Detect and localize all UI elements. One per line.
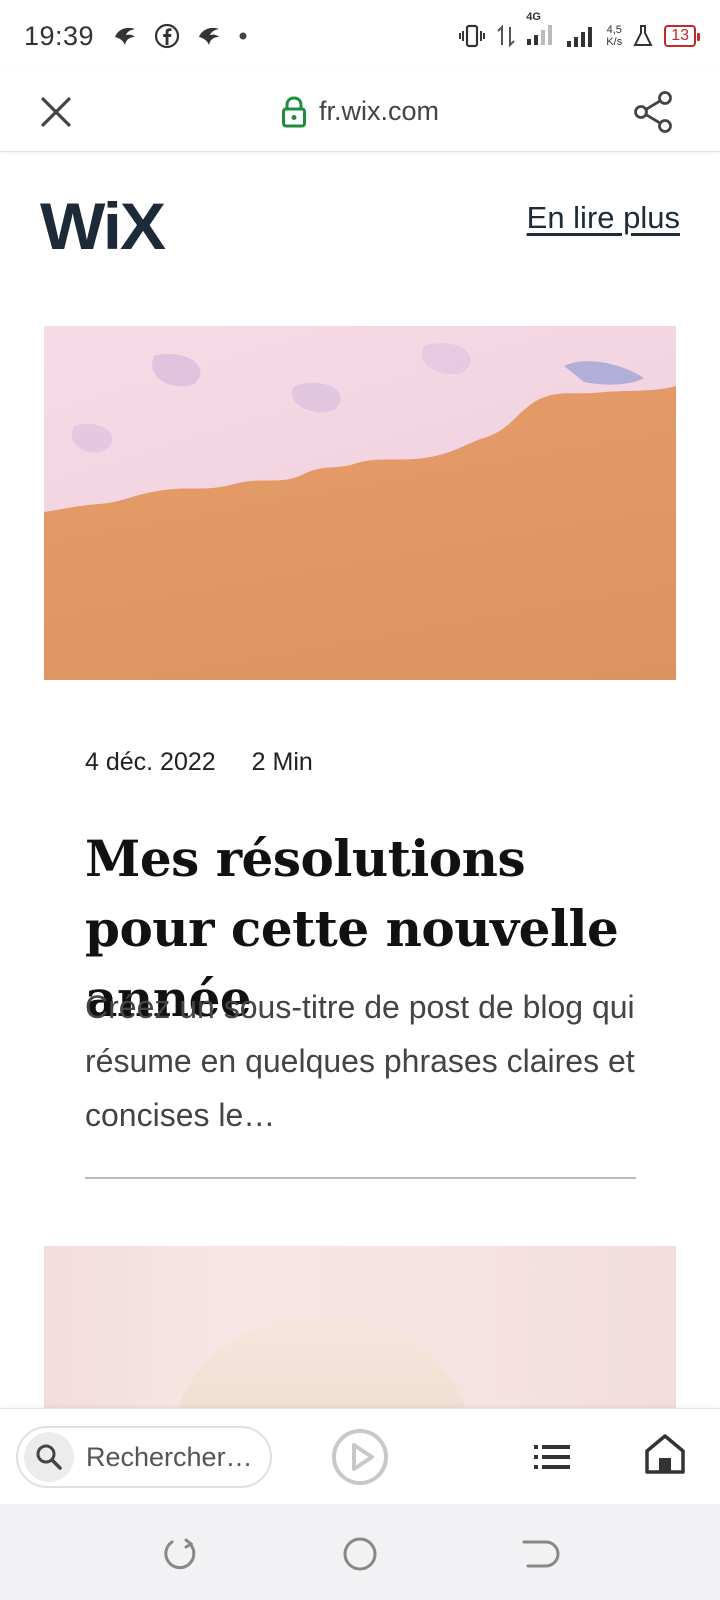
home-nav-button[interactable]: [340, 1534, 380, 1574]
back-icon: [522, 1540, 560, 1568]
signal-icon-2: [567, 27, 593, 47]
facebook-icon: [154, 23, 180, 49]
data-transfer-icon: [497, 24, 516, 48]
network-speed-unit: K/s: [606, 36, 623, 48]
system-nav-bar: [0, 1504, 720, 1600]
recents-button[interactable]: [160, 1534, 200, 1574]
post-cover-image[interactable]: [44, 326, 676, 680]
battery-indicator: 13: [664, 25, 700, 47]
network-type: 4G: [526, 10, 541, 23]
back-button[interactable]: [520, 1534, 560, 1574]
signal-icon-1: [527, 24, 553, 45]
vibrate-icon: [459, 24, 486, 48]
flask-icon: [633, 25, 653, 46]
list-icon: [534, 1445, 570, 1469]
post-meta: 4 déc. 2022 2 Min: [85, 748, 313, 777]
status-time: 19:39: [24, 20, 95, 51]
post-excerpt[interactable]: Créez un sous-titre de post de blog qui …: [85, 980, 645, 1142]
search-button[interactable]: [24, 1432, 74, 1482]
post-read-time: 2 Min: [251, 748, 313, 776]
more-notifications-dot: [239, 32, 247, 40]
status-right: 4G 4,5 K/s 13: [458, 11, 700, 50]
play-icon: [332, 1429, 388, 1485]
search-placeholder: Rechercher…: [86, 1441, 253, 1472]
next-post-cover-image[interactable]: [44, 1246, 676, 1408]
close-button[interactable]: [36, 92, 76, 132]
battery-level: 13: [671, 27, 689, 44]
network-speed-value: 4,5: [606, 24, 622, 36]
post-date: 4 déc. 2022: [85, 748, 216, 776]
list-button[interactable]: [532, 1437, 572, 1477]
lock-icon: [281, 95, 306, 127]
hat-shape: [172, 1322, 472, 1408]
bottom-toolbar: Rechercher…: [0, 1408, 720, 1504]
search-icon: [36, 1444, 62, 1470]
post-divider: [85, 1177, 636, 1179]
url-text[interactable]: fr.wix.com: [319, 96, 439, 127]
search-input[interactable]: Rechercher…: [16, 1426, 272, 1488]
network-speed: 4,5 K/s: [606, 24, 622, 48]
bird-app-icon: [115, 27, 136, 45]
notification-icons: [112, 23, 248, 49]
sea-foam-shape: [44, 326, 676, 512]
site-header: WiX En lire plus: [0, 152, 720, 282]
recents-icon: [164, 1538, 196, 1570]
read-more-link[interactable]: En lire plus: [527, 200, 680, 236]
browser-toolbar: fr.wix.com: [0, 72, 720, 152]
home-icon: [645, 1434, 685, 1474]
share-button[interactable]: [632, 90, 676, 134]
wix-logo[interactable]: WiX: [40, 188, 166, 264]
close-icon: [41, 97, 71, 127]
bird-app-icon-2: [199, 27, 220, 45]
status-bar: 19:39 4G 4,5 K/s 13: [0, 0, 720, 72]
share-icon: [634, 91, 672, 133]
home-button[interactable]: [642, 1431, 688, 1477]
url-display: fr.wix.com: [0, 72, 720, 151]
home-circle-icon: [343, 1537, 377, 1571]
play-button[interactable]: [330, 1427, 390, 1487]
